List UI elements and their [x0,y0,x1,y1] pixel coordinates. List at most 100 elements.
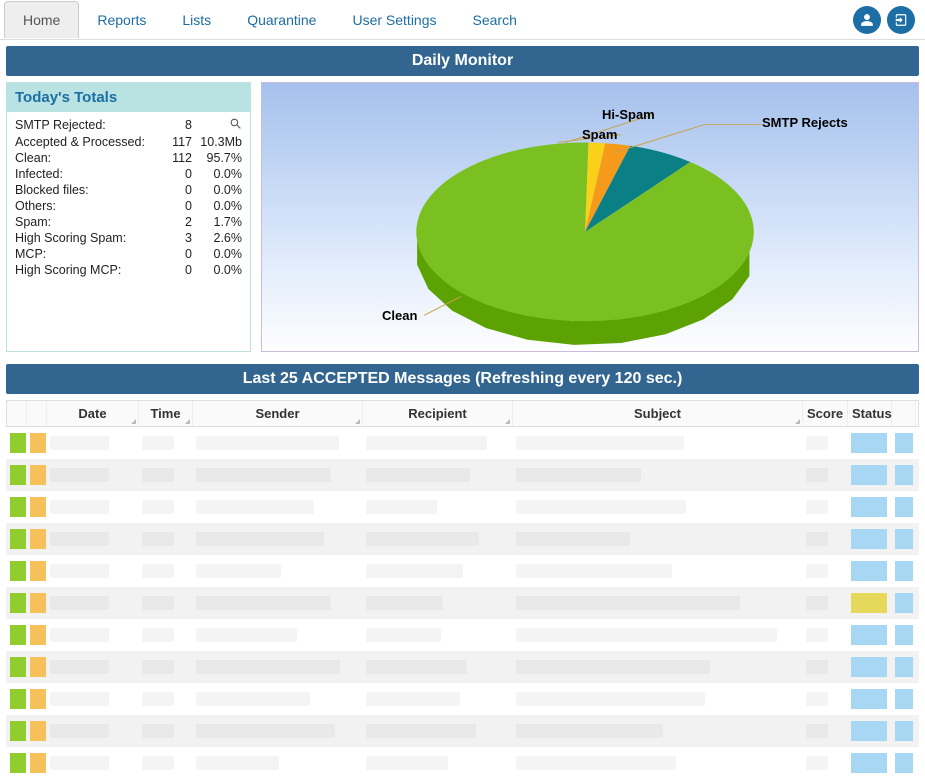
col-flag1[interactable] [7,401,27,426]
monitor-area: Today's Totals SMTP Rejected:8Accepted &… [0,82,925,358]
totals-extra: 0.0% [192,183,242,197]
table-row[interactable] [6,459,919,491]
row-flag-green [10,561,26,581]
row-flag-amber [30,433,46,453]
table-row[interactable] [6,427,919,459]
row-flag-green [10,465,26,485]
chart-label-spam: Spam [582,127,617,142]
col-flag2[interactable] [27,401,47,426]
totals-label: Blocked files: [15,183,162,197]
totals-row: MCP:00.0% [15,246,242,262]
table-row[interactable] [6,523,919,555]
messages-header: Date Time Sender Recipient Subject Score… [6,400,919,427]
totals-panel: Today's Totals SMTP Rejected:8Accepted &… [6,82,251,352]
row-flag-green [10,657,26,677]
messages-body [6,427,919,779]
row-status [851,465,887,485]
row-flag-green [10,721,26,741]
table-row[interactable] [6,651,919,683]
row-flag-amber [30,529,46,549]
col-status2[interactable] [892,401,916,426]
col-date[interactable]: Date [47,401,139,426]
user-account-button[interactable] [853,6,881,34]
nav-quarantine[interactable]: Quarantine [229,2,334,38]
row-status [851,657,887,677]
totals-row: Clean:11295.7% [15,150,242,166]
table-row[interactable] [6,619,919,651]
totals-count: 117 [162,135,192,149]
nav-user-settings[interactable]: User Settings [334,2,454,38]
row-status2 [895,625,913,645]
totals-row: Others:00.0% [15,198,242,214]
col-status[interactable]: Status [848,401,892,426]
totals-title: Today's Totals [7,83,250,112]
col-time[interactable]: Time [139,401,193,426]
col-sender[interactable]: Sender [193,401,363,426]
row-flag-green [10,625,26,645]
totals-row: SMTP Rejected:8 [15,116,242,134]
chart-label-clean: Clean [382,308,417,323]
totals-count: 3 [162,231,192,245]
row-flag-green [10,689,26,709]
totals-row: High Scoring MCP:00.0% [15,262,242,278]
totals-count: 0 [162,167,192,181]
nav-lists[interactable]: Lists [164,2,229,38]
row-status [851,721,887,741]
row-status [851,433,887,453]
totals-row: Infected:00.0% [15,166,242,182]
col-recipient[interactable]: Recipient [363,401,513,426]
col-score[interactable]: Score [803,401,848,426]
magnify-icon[interactable] [229,119,242,133]
row-flag-amber [30,497,46,517]
totals-extra: 0.0% [192,167,242,181]
totals-label: Accepted & Processed: [15,135,162,149]
totals-count: 0 [162,263,192,277]
totals-row: High Scoring Spam:32.6% [15,230,242,246]
row-flag-green [10,497,26,517]
row-status [851,561,887,581]
row-status [851,497,887,517]
nav-home[interactable]: Home [4,1,79,38]
row-status2 [895,529,913,549]
totals-count: 2 [162,215,192,229]
pie-slice-clean [416,143,753,322]
totals-row: Spam:21.7% [15,214,242,230]
table-row[interactable] [6,587,919,619]
totals-label: SMTP Rejected: [15,118,162,132]
totals-extra: 1.7% [192,215,242,229]
totals-label: MCP: [15,247,162,261]
table-row[interactable] [6,491,919,523]
totals-row: Blocked files:00.0% [15,182,242,198]
logout-icon [894,13,908,27]
table-row[interactable] [6,683,919,715]
row-flag-amber [30,689,46,709]
row-flag-amber [30,561,46,581]
nav-search[interactable]: Search [455,2,535,38]
row-status [851,593,887,613]
row-flag-green [10,433,26,453]
row-flag-amber [30,721,46,741]
totals-count: 0 [162,183,192,197]
totals-count: 8 [162,118,192,132]
user-icon [860,13,874,27]
row-flag-amber [30,753,46,773]
row-status2 [895,721,913,741]
logout-button[interactable] [887,6,915,34]
row-status [851,753,887,773]
table-row[interactable] [6,715,919,747]
table-row[interactable] [6,555,919,587]
chart-label-smtprejects: SMTP Rejects [762,115,848,130]
row-status2 [895,657,913,677]
table-row[interactable] [6,747,919,779]
row-status2 [895,497,913,517]
row-status2 [895,689,913,709]
totals-label: High Scoring Spam: [15,231,162,245]
col-subject[interactable]: Subject [513,401,803,426]
totals-count: 0 [162,199,192,213]
row-flag-amber [30,657,46,677]
row-status [851,529,887,549]
totals-extra: 0.0% [192,199,242,213]
totals-label: High Scoring MCP: [15,263,162,277]
nav-reports[interactable]: Reports [79,2,164,38]
totals-extra: 2.6% [192,231,242,245]
